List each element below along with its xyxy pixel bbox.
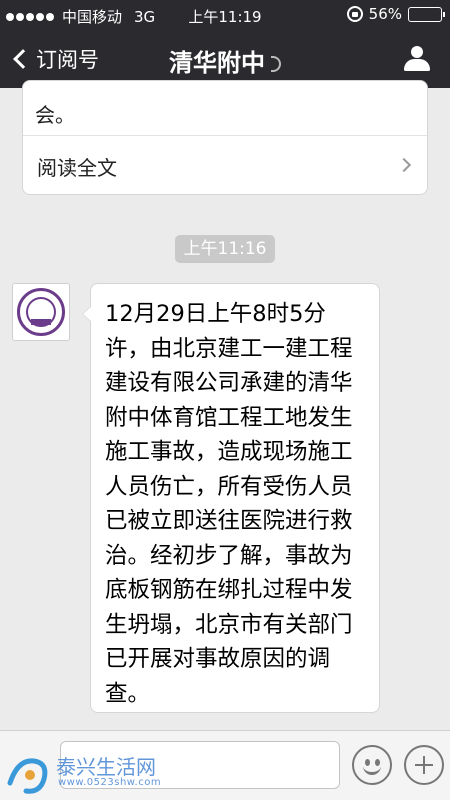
- watermark-logo: [7, 758, 48, 794]
- ear-icon: [271, 56, 281, 72]
- read-more-link[interactable]: 阅读全文: [23, 137, 427, 193]
- chevron-right-icon: [396, 157, 412, 173]
- article-text-tail: 会。: [35, 103, 75, 127]
- watermark-text: 泰兴生活网: [56, 755, 156, 779]
- page-title: 清华附中: [0, 43, 450, 78]
- rotation-lock-icon: [346, 6, 363, 22]
- seal-banner: [31, 319, 51, 325]
- plus-icon[interactable]: [404, 745, 444, 785]
- status-right: 56%: [346, 5, 445, 23]
- status-bar: 中国移动 3G 上午11:19 56%: [0, 0, 450, 30]
- avatar[interactable]: [12, 283, 70, 341]
- profile-button[interactable]: [404, 46, 430, 72]
- watermark-url: www.0523shw.com: [58, 777, 162, 788]
- person-icon-body: [404, 59, 430, 71]
- message-text: 12月29日上午8时5分许，由北京建工一建工程建设有限公司承建的清华附中体育馆工…: [105, 301, 353, 707]
- smiley-icon-mouth: [363, 765, 381, 775]
- school-seal-logo: [17, 288, 65, 336]
- message-bubble[interactable]: 12月29日上午8时5分许，由北京建工一建工程建设有限公司承建的清华附中体育馆工…: [82, 283, 380, 713]
- person-icon: [411, 46, 423, 58]
- timestamp-badge: 上午11:16: [175, 235, 275, 263]
- read-more-label: 阅读全文: [37, 156, 117, 180]
- card-divider: [23, 135, 427, 136]
- article-card[interactable]: 会。 阅读全文: [22, 80, 428, 195]
- emoji-button[interactable]: [352, 745, 392, 785]
- title-text: 清华附中: [169, 49, 265, 77]
- battery-percent: 56%: [368, 5, 402, 23]
- battery-icon: [408, 6, 445, 22]
- input-bar: 泰兴生活网 www.0523shw.com: [0, 730, 450, 800]
